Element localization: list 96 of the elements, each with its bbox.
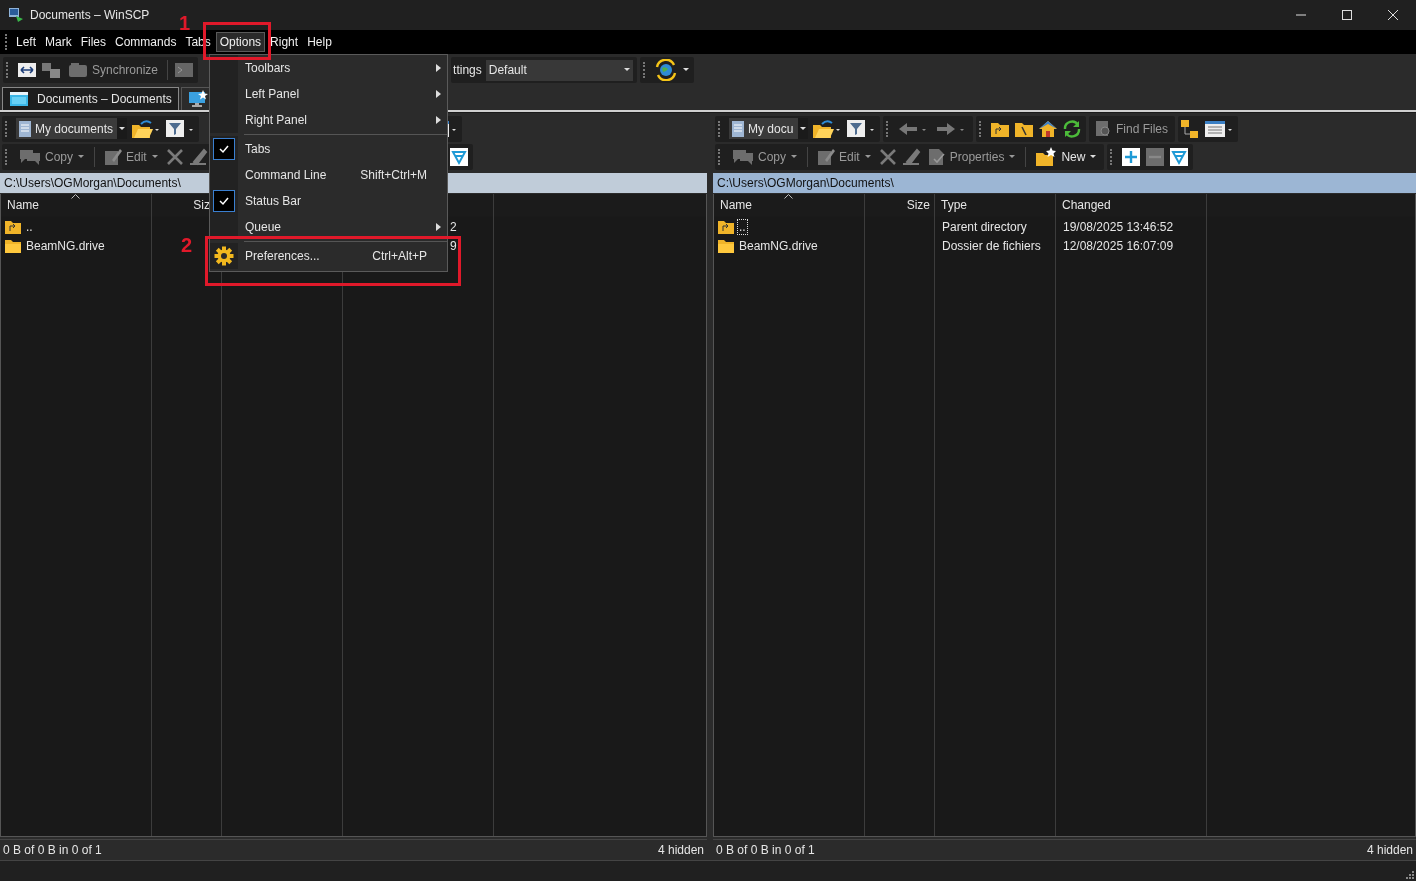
find-icon (1094, 119, 1112, 138)
compare-icon[interactable] (17, 61, 37, 79)
globe-refresh-icon[interactable] (653, 59, 678, 81)
menu-item[interactable]: Right (266, 32, 303, 52)
hidden-count: 4 hidden (1366, 843, 1413, 857)
location-dropdown[interactable]: My documents (16, 118, 128, 139)
folders-icon (68, 62, 88, 78)
column-header[interactable]: Name (1, 198, 39, 212)
resize-grip-icon[interactable] (1406, 871, 1414, 879)
select-plus-icon[interactable] (1121, 146, 1142, 167)
table-cell-text: Dossier de fichiers (941, 238, 1041, 253)
menu-option[interactable]: Toolbars (210, 55, 447, 81)
file-name[interactable]: .. (737, 218, 748, 235)
hidden-count: 4 hidden (657, 843, 704, 857)
speech-bubbles-icon (732, 147, 754, 166)
delete-icon[interactable] (878, 147, 897, 166)
delete-icon[interactable] (165, 147, 184, 166)
menu-item[interactable]: Help (303, 32, 336, 52)
pencil-paper-icon (817, 147, 835, 166)
file-name[interactable]: BeamNG.drive (24, 237, 107, 254)
column-header[interactable]: Changed (1056, 198, 1111, 212)
open-folder-icon[interactable] (812, 118, 842, 139)
document-icon (19, 120, 31, 137)
console-icon[interactable] (174, 61, 195, 79)
menu-item[interactable]: Left (12, 32, 40, 52)
table-cell-text: 19/08/2025 13:46:52 (1062, 219, 1174, 234)
caret-icon (799, 126, 807, 131)
menu-option[interactable]: Left Panel (210, 81, 447, 107)
filter-select-icon[interactable] (448, 146, 469, 167)
menu-option[interactable]: Tabs (210, 136, 447, 162)
rename-icon[interactable] (900, 147, 921, 166)
caret-icon (1008, 154, 1017, 159)
unselect-minus-icon[interactable] (1145, 146, 1166, 167)
column-header[interactable]: Name (714, 198, 752, 212)
menu-item[interactable]: Mark (41, 32, 76, 52)
folder-icon (5, 238, 21, 253)
table-cell-text: Parent directory (941, 219, 1027, 234)
menu-item[interactable]: Commands (111, 32, 181, 52)
filter-icon[interactable] (846, 118, 876, 139)
caret-icon (77, 154, 85, 159)
refresh-icon[interactable] (1062, 119, 1082, 138)
caret-icon[interactable] (681, 68, 690, 72)
folder-icon (718, 238, 734, 253)
filter-icon[interactable] (165, 118, 196, 139)
gear-icon (214, 246, 234, 266)
location-dropdown[interactable]: My docu (729, 118, 808, 139)
home-icon[interactable] (1038, 119, 1058, 138)
file-name[interactable]: BeamNG.drive (737, 237, 820, 254)
menu-option[interactable]: Right Panel (210, 107, 447, 133)
file-name[interactable]: .. (24, 218, 35, 235)
menu-item[interactable]: Files (76, 32, 111, 52)
app-icon (8, 7, 24, 23)
monitor-star-icon (187, 90, 208, 108)
path-bar: C:\Users\OGMorgan\Documents\ (713, 173, 1416, 193)
tree-icon[interactable] (1180, 118, 1200, 139)
maximize-icon (1342, 10, 1352, 20)
document-icon (732, 120, 744, 137)
caret-icon (1089, 154, 1098, 159)
filter-select-icon[interactable] (1169, 146, 1190, 167)
document-check-icon (927, 147, 946, 166)
transfer-settings-dropdown[interactable]: Default (485, 59, 633, 81)
rename-icon[interactable] (187, 147, 208, 166)
sort-caret-icon (784, 194, 793, 199)
tab[interactable]: Documents – Documents (2, 87, 179, 110)
folder-star-icon (1035, 146, 1058, 167)
transfer-settings-label: ttings (453, 63, 482, 77)
table-cell-text: 12/08/2025 16:07:09 (1062, 238, 1174, 253)
sync-folders-icon[interactable] (41, 61, 61, 79)
minimize-icon (1296, 14, 1306, 16)
new-button[interactable]: New (1032, 144, 1101, 169)
speech-bubbles-icon (19, 147, 41, 166)
close-icon (1388, 10, 1398, 20)
status-text: 0 B of 0 B in 0 of 1 (716, 843, 815, 857)
open-folder-icon[interactable] (131, 118, 162, 139)
pencil-paper-icon (104, 147, 122, 166)
caret-icon (790, 154, 798, 159)
caret-icon (118, 126, 127, 131)
folder-window-icon (9, 91, 29, 107)
column-header[interactable]: Type (935, 198, 967, 212)
list-view-icon[interactable] (1204, 118, 1234, 139)
caret-icon (622, 68, 631, 72)
menu-option[interactable]: Queue (210, 214, 447, 240)
parent-folder-icon (718, 219, 734, 234)
status-text: 0 B of 0 B in 0 of 1 (3, 843, 102, 857)
table-cell-text: 2 (449, 219, 457, 234)
step-number: 1 (179, 12, 191, 35)
parent-folder-icon (5, 219, 21, 234)
caret-icon (150, 154, 159, 159)
step-number: 2 (181, 234, 193, 257)
menu-option[interactable]: Preferences... Ctrl+Alt+P (210, 243, 447, 269)
caret-icon (863, 154, 872, 159)
column-header[interactable]: Size (900, 198, 934, 212)
menu-item[interactable]: Options (215, 32, 266, 52)
table-cell-text: 9 (449, 238, 457, 253)
window-title: Documents – WinSCP (30, 8, 150, 22)
sort-caret-icon (71, 194, 80, 199)
